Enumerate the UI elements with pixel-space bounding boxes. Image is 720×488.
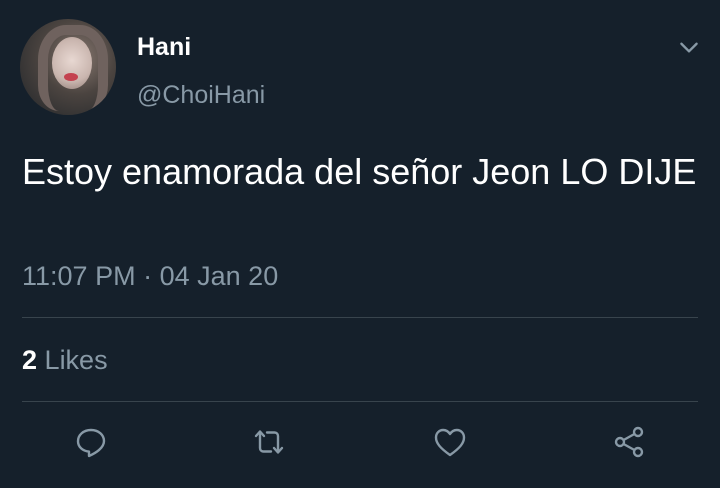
avatar-face bbox=[52, 37, 92, 89]
avatar-lips bbox=[64, 73, 78, 81]
likes-label: Likes bbox=[44, 345, 108, 375]
divider bbox=[22, 401, 698, 402]
heart-icon[interactable] bbox=[432, 424, 468, 460]
author-handle[interactable]: @ChoiHani bbox=[137, 81, 265, 110]
tweet-timestamp[interactable]: 11:07 PM · 04 Jan 20 bbox=[22, 261, 278, 292]
tweet-time: 11:07 PM bbox=[22, 261, 136, 291]
retweet-icon[interactable] bbox=[251, 424, 287, 460]
likes-count: 2 bbox=[22, 345, 38, 375]
chevron-down-icon[interactable] bbox=[676, 34, 702, 60]
timestamp-separator: · bbox=[143, 261, 153, 291]
author-name[interactable]: Hani bbox=[137, 33, 191, 62]
tweet-date: 04 Jan 20 bbox=[159, 261, 279, 291]
reply-icon[interactable] bbox=[73, 424, 109, 460]
divider bbox=[22, 317, 698, 318]
share-icon[interactable] bbox=[612, 424, 648, 460]
tweet-text: Estoy enamorada del señor Jeon LO DIJE bbox=[22, 151, 697, 192]
likes-summary[interactable]: 2 Likes bbox=[22, 345, 108, 376]
avatar[interactable] bbox=[20, 19, 116, 115]
